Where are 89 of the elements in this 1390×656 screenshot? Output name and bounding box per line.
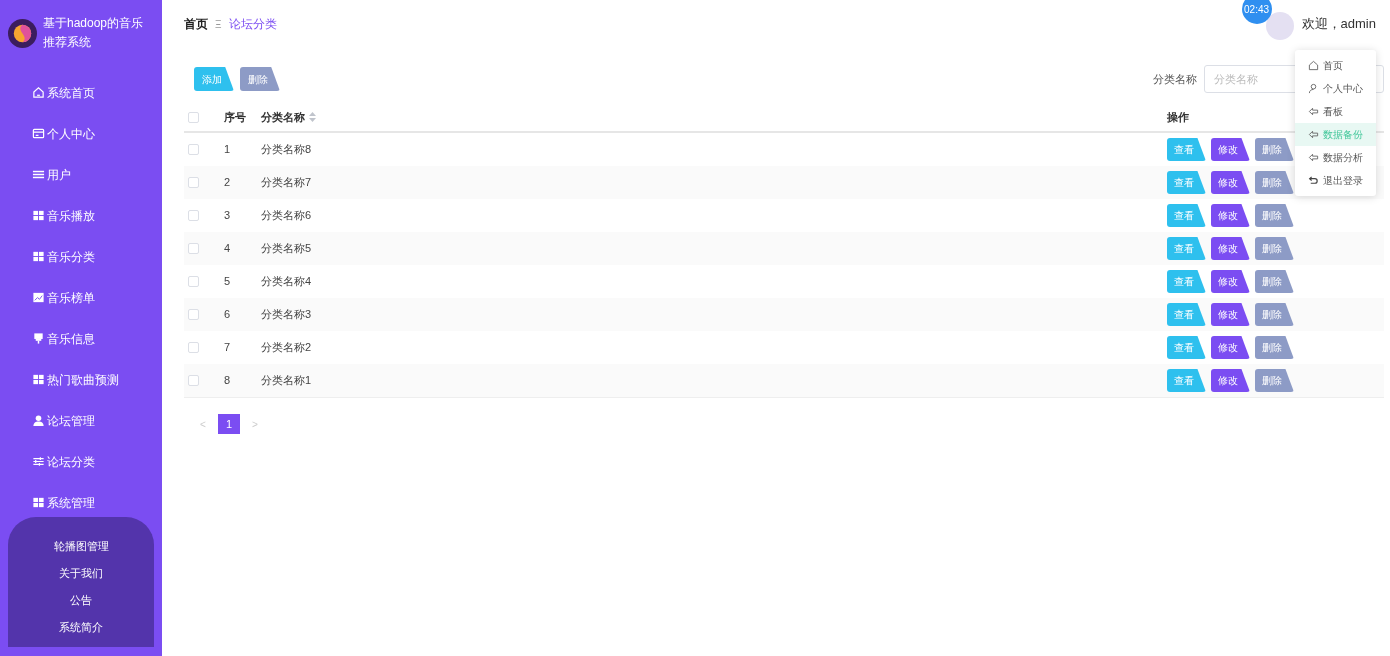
sidebar-item[interactable]: 系统管理 xyxy=(0,482,162,523)
checkbox[interactable] xyxy=(188,375,199,386)
checkbox[interactable] xyxy=(188,111,199,123)
delete-button[interactable]: 删除 xyxy=(240,67,280,91)
sidebar-item[interactable]: 论坛分类 xyxy=(0,441,162,482)
chart-icon xyxy=(32,291,45,304)
edit-button[interactable]: 修改 xyxy=(1211,204,1250,227)
back-arrow-icon xyxy=(1308,152,1319,163)
column-header: 序号 xyxy=(224,109,247,125)
edit-button[interactable]: 修改 xyxy=(1211,237,1250,260)
table-cell-text: 分类名称3 xyxy=(261,307,313,323)
sidebar-item[interactable]: 个人中心 xyxy=(0,113,162,154)
edit-button[interactable]: 修改 xyxy=(1211,336,1250,359)
page-button[interactable]: 1 xyxy=(218,414,240,434)
column-header: 操作 xyxy=(1167,109,1189,125)
return-icon xyxy=(1308,175,1319,186)
menu-item[interactable]: 退出登录 xyxy=(1295,169,1376,192)
sidebar-item[interactable]: 音乐信息 xyxy=(0,318,162,359)
delete-button[interactable]: 删除 xyxy=(1255,237,1294,260)
grid-icon xyxy=(32,209,45,222)
table-cell-text: 分类名称7 xyxy=(261,175,313,191)
clock-badge: 02:43 xyxy=(1241,0,1272,24)
submenu-item[interactable]: 关于我们 xyxy=(59,560,103,587)
table-cell-text: 分类名称8 xyxy=(261,142,313,158)
edit-button[interactable]: 修改 xyxy=(1211,138,1250,161)
checkbox[interactable] xyxy=(188,243,199,254)
checkbox[interactable] xyxy=(188,177,199,188)
table-cell-text: 7 xyxy=(224,340,232,356)
sort-icon[interactable] xyxy=(309,112,316,122)
table-cell-text: 分类名称4 xyxy=(261,274,313,290)
delete-button[interactable]: 删除 xyxy=(1255,171,1294,194)
column-header[interactable]: 分类名称 xyxy=(261,108,1167,126)
checkbox[interactable] xyxy=(188,276,199,287)
edit-button[interactable]: 修改 xyxy=(1211,369,1250,392)
delete-button[interactable]: 删除 xyxy=(1255,270,1294,293)
grid-icon xyxy=(32,496,45,509)
checkbox[interactable] xyxy=(188,210,199,221)
search-label: 分类名称 xyxy=(1153,71,1197,87)
menu-item[interactable]: 数据分析 xyxy=(1295,146,1376,169)
checkbox[interactable] xyxy=(188,309,199,320)
submenu-item[interactable]: 轮播图管理 xyxy=(53,533,109,560)
breadcrumb-item[interactable]: 首页 xyxy=(184,15,208,33)
table-cell-text: 3 xyxy=(224,208,232,224)
sidebar-item[interactable]: 音乐播放 xyxy=(0,195,162,236)
submenu-item[interactable]: 系统简介 xyxy=(59,614,103,641)
back-arrow-icon xyxy=(1308,129,1319,140)
sidebar-item[interactable]: 音乐分类 xyxy=(0,236,162,277)
delete-button[interactable]: 删除 xyxy=(1255,369,1294,392)
sidebar-item[interactable]: 音乐榜单 xyxy=(0,277,162,318)
edit-button[interactable]: 修改 xyxy=(1211,303,1250,326)
table-cell-text: 1 xyxy=(224,142,232,158)
submenu-item[interactable]: 公告 xyxy=(70,587,92,614)
table-cell-text: 2 xyxy=(224,175,232,191)
grid-icon xyxy=(32,250,45,263)
delete-button[interactable]: 删除 xyxy=(1255,303,1294,326)
logo-icon xyxy=(8,18,37,48)
table-cell-text: 5 xyxy=(224,274,232,290)
table-cell-text: 分类名称1 xyxy=(261,373,313,389)
sidebar-item[interactable]: 系统首页 xyxy=(0,72,162,113)
table-cell-text: 分类名称5 xyxy=(261,241,313,257)
app-title: 基于hadoop的音乐推荐系统 xyxy=(43,15,145,51)
menu-item[interactable]: 看板 xyxy=(1295,100,1376,123)
table-cell-text: 6 xyxy=(224,307,232,323)
breadcrumb-item[interactable]: 论坛分类 xyxy=(228,15,277,33)
checkbox[interactable] xyxy=(188,342,199,353)
sidebar-item[interactable]: 论坛管理 xyxy=(0,400,162,441)
list-icon xyxy=(32,168,45,181)
welcome-text: 欢迎，admin xyxy=(1301,15,1376,34)
edit-button[interactable]: 修改 xyxy=(1211,270,1250,293)
breadcrumb-separator: Ξ xyxy=(215,17,222,32)
table-cell-text: 分类名称2 xyxy=(261,340,313,356)
home-icon xyxy=(1308,60,1319,71)
sidebar-item[interactable]: 热门歌曲预测 xyxy=(0,359,162,400)
delete-button[interactable]: 删除 xyxy=(1255,138,1294,161)
card-icon xyxy=(32,127,45,140)
table-cell-text: 分类名称6 xyxy=(261,208,313,224)
sliders-icon xyxy=(32,455,45,468)
table-cell-text: 8 xyxy=(224,373,232,389)
checkbox[interactable] xyxy=(188,144,199,155)
pin-icon xyxy=(32,332,45,345)
back-arrow-icon xyxy=(1308,106,1319,117)
delete-button[interactable]: 删除 xyxy=(1255,336,1294,359)
delete-button[interactable]: 删除 xyxy=(1255,204,1294,227)
avatar[interactable] xyxy=(1265,12,1294,40)
edit-button[interactable]: 修改 xyxy=(1211,171,1250,194)
home-icon xyxy=(32,86,45,99)
grid-icon xyxy=(32,373,45,386)
sidebar-item[interactable]: 用户 xyxy=(0,154,162,195)
table-cell-text: 4 xyxy=(224,241,232,257)
